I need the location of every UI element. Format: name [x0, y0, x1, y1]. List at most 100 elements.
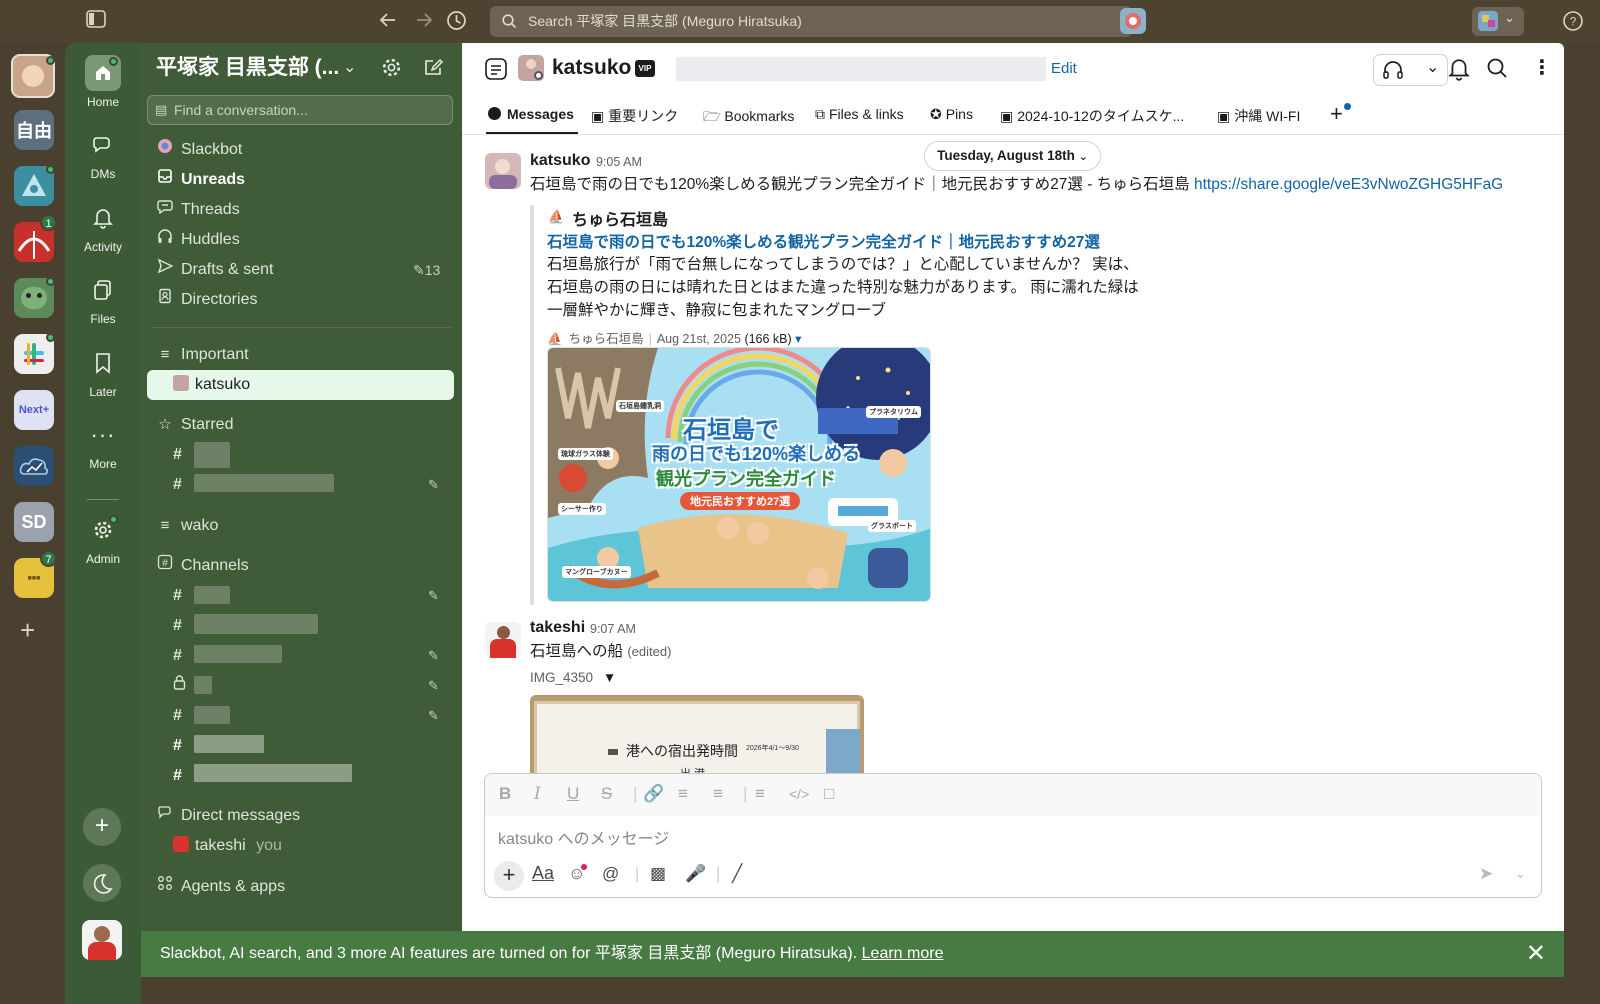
- attach-plus-button[interactable]: +: [494, 861, 524, 891]
- katsuko-message-avatar[interactable]: [485, 153, 521, 189]
- close-icon[interactable]: ✕: [1526, 931, 1546, 977]
- notification-bell-icon[interactable]: [1448, 57, 1470, 86]
- dark-mode-moon-icon[interactable]: [83, 864, 121, 902]
- nav-activity[interactable]: Activity: [65, 200, 141, 254]
- image-attachment[interactable]: 港への宿出発時間 2026年4/1〜9/30 出 港: [530, 695, 864, 773]
- sidebar-dm-takeshi[interactable]: takeshi you: [173, 834, 282, 858]
- workspace-jiyu[interactable]: 自由: [14, 110, 54, 150]
- add-workspace-plus-icon[interactable]: +: [20, 617, 35, 643]
- sidebar-item-agents-apps[interactable]: Agents & apps: [155, 875, 285, 899]
- sidebar-channel-private[interactable]: [173, 674, 186, 698]
- workspace-next[interactable]: Next +: [14, 390, 54, 430]
- more-vertical-icon[interactable]: ⋮: [1532, 57, 1552, 79]
- back-arrow-icon[interactable]: [378, 10, 398, 36]
- sidebar-channel-starred-2[interactable]: #: [173, 473, 182, 497]
- create-new-button[interactable]: +: [83, 808, 121, 846]
- learn-more-link[interactable]: Learn more: [862, 945, 944, 962]
- sidebar-channel-5[interactable]: #: [173, 734, 182, 758]
- add-tab-plus-icon[interactable]: +: [1330, 101, 1343, 127]
- sidebar-item-slackbot[interactable]: Slackbot: [155, 138, 242, 162]
- sidebar-item-huddles[interactable]: Huddles: [155, 228, 240, 252]
- search-conversation-icon[interactable]: [1486, 57, 1508, 84]
- sidebar-item-unreads[interactable]: Unreads: [155, 168, 245, 192]
- sidebar-channel-6[interactable]: #: [173, 764, 182, 788]
- nav-home[interactable]: Home: [65, 55, 141, 109]
- caret-down-icon[interactable]: ▾: [795, 332, 801, 346]
- message-author[interactable]: takeshi: [530, 619, 585, 637]
- workspace-cloud[interactable]: [14, 446, 54, 486]
- bold-icon[interactable]: B: [499, 784, 511, 804]
- mention-at-icon[interactable]: @: [602, 864, 619, 884]
- send-icon[interactable]: ➤: [1479, 864, 1493, 884]
- tab-files-links[interactable]: ⧉ Files & links: [815, 106, 904, 123]
- workspace-sd[interactable]: SD: [14, 502, 54, 542]
- huddle-button-group[interactable]: ⌄: [1373, 54, 1448, 86]
- message-timestamp[interactable]: 9:07 AM: [590, 622, 636, 636]
- channel-name[interactable]: katsuko: [552, 56, 631, 80]
- code-block-icon[interactable]: □: [824, 784, 834, 804]
- message-link[interactable]: https://share.google/veE3vNwoZGHG5HFaG: [1194, 176, 1503, 193]
- user-avatar[interactable]: [82, 920, 122, 960]
- nav-admin[interactable]: Admin: [65, 512, 141, 566]
- sidebar-channel-1[interactable]: #: [173, 584, 182, 608]
- microphone-icon[interactable]: 🎤: [685, 864, 706, 884]
- sidebar-item-drafts[interactable]: Drafts & sent ✎13: [155, 258, 455, 282]
- bulleted-list-icon[interactable]: ≡: [713, 784, 723, 804]
- ordered-list-icon[interactable]: ≡: [678, 784, 688, 804]
- sidebar-channel-starred-1[interactable]: #: [173, 443, 182, 467]
- sidebar-channel-3[interactable]: #: [173, 644, 182, 668]
- sidebar-item-katsuko[interactable]: katsuko: [173, 373, 250, 397]
- tab-important-links[interactable]: ▣ 重要リンク: [591, 106, 678, 126]
- sidebar-section-channels[interactable]: # Channels: [155, 554, 249, 578]
- video-clip-icon[interactable]: ▩: [650, 864, 666, 884]
- workspace-switcher-button[interactable]: ⌄: [1472, 7, 1524, 36]
- chevron-down-icon[interactable]: ⌄: [343, 57, 356, 77]
- unfurl-title-link[interactable]: 石垣島で雨の日でも120%楽しめる観光プラン完全ガイド｜地元民おすすめ27選: [547, 230, 1100, 252]
- compose-icon[interactable]: [423, 57, 444, 83]
- slash-command-icon[interactable]: ╱: [732, 864, 742, 884]
- tab-okinawa-wifi[interactable]: ▣ 沖縄 WI-FI: [1217, 106, 1300, 126]
- file-name-toggle[interactable]: IMG_4350 ▼: [530, 670, 616, 685]
- strikethrough-icon[interactable]: S: [601, 784, 612, 804]
- date-divider-pill[interactable]: Tuesday, August 18th ⌄: [924, 141, 1101, 171]
- help-icon[interactable]: ?: [1562, 10, 1584, 38]
- tab-timeschedule[interactable]: ▣ 2024-10-12のタイムスケ...: [1000, 106, 1184, 126]
- code-icon[interactable]: </>: [789, 786, 809, 802]
- chevron-down-icon[interactable]: ⌄: [1426, 57, 1439, 77]
- message-timestamp[interactable]: 9:05 AM: [596, 155, 642, 169]
- sidebar-section-wako[interactable]: ≡ wako: [155, 514, 219, 538]
- sidebar-toggle-icon[interactable]: [86, 10, 106, 34]
- headphones-icon[interactable]: [1382, 60, 1404, 85]
- settings-gear-icon[interactable]: [381, 57, 402, 83]
- message-author[interactable]: katsuko: [530, 152, 590, 170]
- unfurl-image[interactable]: 石垣島で 雨の日でも120%楽しめる 観光プラン完全ガイド 地元民おすすめ27選…: [547, 347, 931, 602]
- tab-messages[interactable]: Messages: [488, 106, 574, 122]
- find-conversation-input[interactable]: ▤ Find a conversation...: [147, 95, 453, 125]
- nav-later[interactable]: Later: [65, 345, 141, 399]
- nav-dms[interactable]: DMs: [65, 127, 141, 181]
- send-options-chevron-icon[interactable]: ⌄: [1515, 866, 1526, 882]
- workspace-name[interactable]: 平塚家 目黒支部 (...: [156, 55, 339, 81]
- italic-icon[interactable]: I: [534, 784, 541, 804]
- sidebar-section-important[interactable]: ≡ Important: [155, 343, 249, 367]
- sidebar-item-threads[interactable]: Threads: [155, 198, 240, 222]
- sidebar-section-direct-messages[interactable]: Direct messages: [155, 804, 300, 828]
- edit-topic-link[interactable]: Edit: [1051, 60, 1077, 77]
- message-input[interactable]: katsuko へのメッセージ: [498, 825, 1498, 849]
- sidebar-section-starred[interactable]: ☆ Starred: [155, 413, 233, 437]
- slackbot-avatar-button[interactable]: [1120, 8, 1146, 34]
- history-clock-icon[interactable]: [446, 10, 467, 37]
- nav-files[interactable]: Files: [65, 272, 141, 326]
- format-aa-icon[interactable]: Aa: [532, 863, 554, 884]
- sidebar-item-directories[interactable]: Directories: [155, 288, 257, 312]
- tab-pins[interactable]: ✪ Pins: [930, 106, 973, 123]
- canvas-list-icon[interactable]: [484, 57, 508, 86]
- tab-bookmarks[interactable]: 🗁 Bookmarks: [703, 106, 794, 130]
- search-input[interactable]: Search 平塚家 目黒支部 (Meguro Hiratsuka): [490, 6, 1132, 37]
- takeshi-message-avatar[interactable]: [485, 622, 521, 658]
- sidebar-channel-4[interactable]: #: [173, 704, 182, 728]
- forward-arrow-icon[interactable]: [414, 10, 434, 36]
- blockquote-icon[interactable]: ≡: [755, 784, 765, 804]
- sidebar-channel-2[interactable]: #: [173, 614, 182, 638]
- link-icon[interactable]: 🔗: [643, 784, 664, 804]
